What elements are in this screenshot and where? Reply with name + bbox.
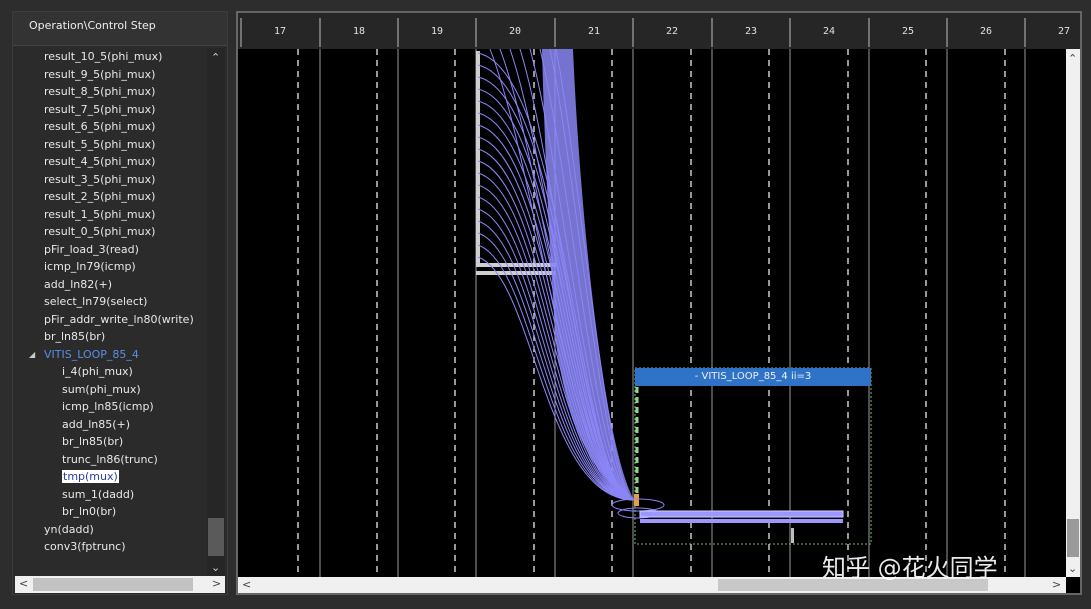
list-item[interactable]: result_9_5(phi_mux) <box>44 66 155 83</box>
list-item[interactable]: i_4(phi_mux) <box>62 363 133 380</box>
sum-dadd-op <box>640 519 843 523</box>
list-item[interactable]: br_ln85(br) <box>44 328 105 345</box>
list-item[interactable]: icmp_ln85(icmp) <box>62 398 154 415</box>
list-item[interactable]: result_2_5(phi_mux) <box>44 188 155 205</box>
loop-region-border <box>634 367 872 545</box>
header-separators <box>240 18 1026 47</box>
edge-bundle <box>542 49 634 500</box>
list-item[interactable]: trunc_ln86(trunc) <box>62 451 158 468</box>
operation-list: result_10_5(phi_mux) result_9_5(phi_mux)… <box>13 48 213 576</box>
scroll-right-icon[interactable]: > <box>212 578 221 590</box>
scroll-down-icon[interactable]: ⌄ <box>1068 563 1077 575</box>
list-item[interactable]: conv3(fptrunc) <box>44 538 126 555</box>
list-item[interactable]: yn(dadd) <box>44 521 94 538</box>
list-item[interactable]: result_10_5(phi_mux) <box>44 48 162 65</box>
collapse-caret-icon[interactable]: ◢ <box>29 346 35 363</box>
br-op <box>791 528 794 543</box>
list-item[interactable]: pFir_load_3(read) <box>44 241 139 258</box>
list-item[interactable]: pFir_addr_write_ln80(write) <box>44 311 194 328</box>
list-item[interactable]: add_ln85(+) <box>62 416 130 433</box>
tree-header: Operation\Control Step <box>13 12 227 46</box>
operation-tree-panel: Operation\Control Step result_10_5(phi_m… <box>12 11 228 595</box>
watermark: 知乎 @花火同学 <box>822 554 998 582</box>
scroll-right-icon[interactable]: > <box>1052 579 1061 591</box>
list-item[interactable]: result_6_5(phi_mux) <box>44 118 155 135</box>
scroll-up-icon[interactable]: ⌃ <box>211 52 220 64</box>
schedule-canvas <box>240 18 1026 577</box>
list-item[interactable]: result_7_5(phi_mux) <box>44 101 155 118</box>
clock-edge-lines <box>297 49 1006 577</box>
list-item[interactable]: result_5_5(phi_mux) <box>44 136 155 153</box>
list-item[interactable]: icmp_ln79(icmp) <box>44 258 136 275</box>
schedule-view: 17 18 19 20 21 22 23 24 25 26 27 - VITIS… <box>236 11 1082 595</box>
scrollbar-thumb[interactable] <box>33 578 193 591</box>
list-item[interactable]: sum_1(dadd) <box>62 486 134 503</box>
sum-dadd-op <box>639 510 844 518</box>
list-item[interactable]: result_0_5(phi_mux) <box>44 223 155 240</box>
scrollbar-thumb[interactable] <box>1067 519 1079 557</box>
scroll-left-icon[interactable]: < <box>242 579 251 591</box>
list-item[interactable]: result_1_5(phi_mux) <box>44 206 155 223</box>
list-item[interactable]: add_ln82(+) <box>44 276 112 293</box>
step-boundaries <box>319 49 1026 577</box>
list-item[interactable]: result_8_5(phi_mux) <box>44 83 155 100</box>
loop-region-title[interactable]: - VITIS_LOOP_85_4 ii=3 <box>635 368 871 386</box>
scroll-down-icon[interactable]: ⌄ <box>211 562 220 574</box>
scroll-left-icon[interactable]: < <box>19 578 28 590</box>
list-item-selected[interactable]: tmp(mux) <box>62 468 119 485</box>
list-item[interactable]: select_ln79(select) <box>44 293 147 310</box>
list-item[interactable]: result_3_5(phi_mux) <box>44 171 155 188</box>
tmp-mux-op <box>634 494 639 506</box>
list-item[interactable]: sum(phi_mux) <box>62 381 141 398</box>
tree-group-vitis-loop[interactable]: ◢ VITIS_LOOP_85_4 <box>29 346 139 363</box>
tree-vertical-scrollbar[interactable]: ⌃ ⌄ <box>207 48 225 576</box>
list-item[interactable]: br_ln0(br) <box>62 503 116 520</box>
scroll-up-icon[interactable]: ⌃ <box>1068 53 1077 65</box>
scrollbar-thumb[interactable] <box>208 518 224 556</box>
list-item[interactable]: result_4_5(phi_mux) <box>44 153 155 170</box>
schedule-vertical-scrollbar[interactable]: ⌃ ⌄ <box>1066 49 1080 577</box>
list-item[interactable]: br_ln85(br) <box>62 433 123 450</box>
tree-horizontal-scrollbar[interactable]: < > <box>15 576 225 593</box>
